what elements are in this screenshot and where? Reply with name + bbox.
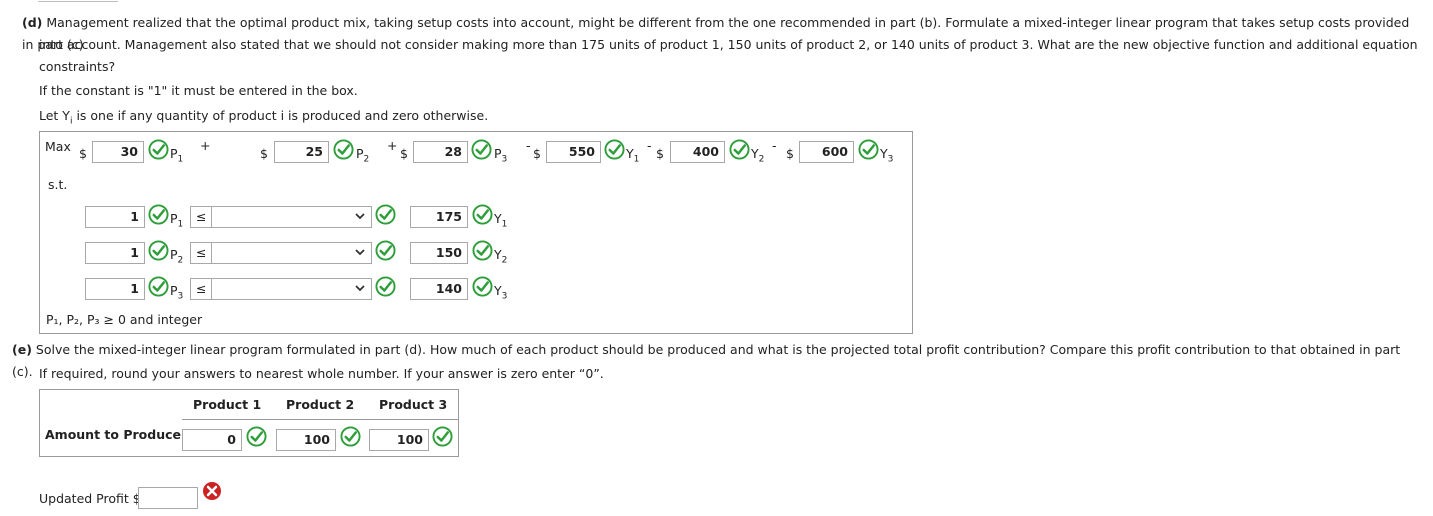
var-y1: Y1: [626, 146, 640, 165]
minus-3: -: [772, 138, 777, 153]
check-icon: [858, 139, 879, 160]
check-icon: [432, 426, 453, 447]
var-y3: Y3: [880, 146, 894, 165]
integer-constraint: P₁, P₂, P₃ ≥ 0 and integer: [46, 312, 203, 327]
coef-y3-input[interactable]: 600: [799, 141, 854, 163]
note-constant: If the constant is "1" it must be entere…: [39, 80, 1433, 102]
check-icon: [729, 139, 750, 160]
coef-p1-input[interactable]: 30: [92, 141, 144, 163]
updated-profit-label: Updated Profit $: [39, 491, 141, 506]
constraint-dropdown[interactable]: [190, 242, 372, 264]
question-d-text-3: constraints?: [39, 59, 116, 74]
max-label: Max: [45, 139, 71, 154]
constraint-coef-input[interactable]: 1: [85, 278, 145, 300]
plus-1: +: [200, 138, 211, 153]
check-icon: [340, 426, 361, 447]
st-label: s.t.: [48, 177, 68, 192]
question-d-line2: into account. Management also stated tha…: [39, 34, 1433, 56]
constraint-dropdown[interactable]: [190, 206, 372, 228]
updated-profit-input[interactable]: [138, 487, 198, 509]
amount-product-2-input[interactable]: 100: [276, 429, 336, 451]
plus-2: +: [387, 138, 398, 153]
constraint-y-var: Y3: [494, 283, 508, 302]
result-table-header-line: [182, 419, 459, 420]
chevron-down-icon: [354, 210, 366, 222]
cutoff-previous-answer: [38, 0, 118, 2]
constraint-y-var: Y1: [494, 211, 508, 230]
amount-product-1-input[interactable]: 0: [182, 429, 242, 451]
coef-p3-input[interactable]: 28: [413, 141, 468, 163]
constraint-rhs-input[interactable]: 140: [410, 278, 468, 300]
question-d-label: (d): [22, 15, 43, 30]
minus-2: -: [647, 138, 652, 153]
question-e-note: If required, round your answers to neare…: [39, 363, 1433, 385]
question-d-text-2: into account. Management also stated tha…: [39, 37, 1418, 52]
row-label-amount: Amount to Produce: [45, 427, 181, 442]
coef-y2-input[interactable]: 400: [670, 141, 725, 163]
note-y-var: Let Y: [39, 108, 70, 123]
check-icon: [471, 139, 492, 160]
constraint-coef-input[interactable]: 1: [85, 206, 145, 228]
constraint-coef-input[interactable]: 1: [85, 242, 145, 264]
check-icon: [472, 276, 493, 297]
check-icon: [472, 204, 493, 225]
coef-y1-input[interactable]: 550: [546, 141, 601, 163]
check-icon: [375, 240, 396, 261]
question-d-line3: constraints?: [39, 56, 1433, 78]
check-icon: [148, 139, 169, 160]
check-icon: [375, 276, 396, 297]
header-product-1: Product 1: [193, 397, 262, 412]
check-icon: [604, 139, 625, 160]
chevron-down-icon: [354, 282, 366, 294]
check-icon: [148, 276, 169, 297]
note-y-definition: Let Yi is one if any quantity of product…: [39, 105, 1433, 133]
header-product-3: Product 3: [379, 397, 448, 412]
error-x-icon: [203, 482, 221, 500]
constraint-dropdown[interactable]: [190, 278, 372, 300]
var-p2: P2: [356, 146, 370, 165]
dollar-p3: $: [400, 146, 408, 161]
check-icon: [148, 204, 169, 225]
check-icon: [472, 240, 493, 261]
check-icon: [375, 204, 396, 225]
header-product-2: Product 2: [286, 397, 355, 412]
amount-product-3-input[interactable]: 100: [369, 429, 429, 451]
coef-p2-input[interactable]: 25: [274, 141, 329, 163]
constraint-var: P3: [170, 283, 184, 302]
check-icon: [148, 240, 169, 261]
var-p3: P3: [494, 146, 508, 165]
chevron-down-icon: [354, 246, 366, 258]
question-e-label: (e): [12, 342, 32, 357]
dollar-p1: $: [79, 146, 87, 161]
minus-1: -: [526, 138, 531, 153]
constraint-rhs-input[interactable]: 175: [410, 206, 468, 228]
dollar-y2: $: [656, 146, 664, 161]
dollar-y3: $: [786, 146, 794, 161]
note-constant-text: If the constant is "1" it must be entere…: [39, 83, 358, 98]
note-y-rest: is one if any quantity of product i is p…: [72, 108, 489, 123]
var-y2: Y2: [751, 146, 765, 165]
constraint-y-var: Y2: [494, 247, 508, 266]
constraint-var: P1: [170, 211, 184, 230]
check-icon: [246, 426, 267, 447]
constraint-var: P2: [170, 247, 184, 266]
question-e-note-text: If required, round your answers to neare…: [39, 366, 604, 381]
dollar-y1: $: [533, 146, 541, 161]
var-p1: P1: [170, 146, 184, 165]
check-icon: [333, 139, 354, 160]
dollar-p2: $: [260, 146, 268, 161]
constraint-rhs-input[interactable]: 150: [410, 242, 468, 264]
